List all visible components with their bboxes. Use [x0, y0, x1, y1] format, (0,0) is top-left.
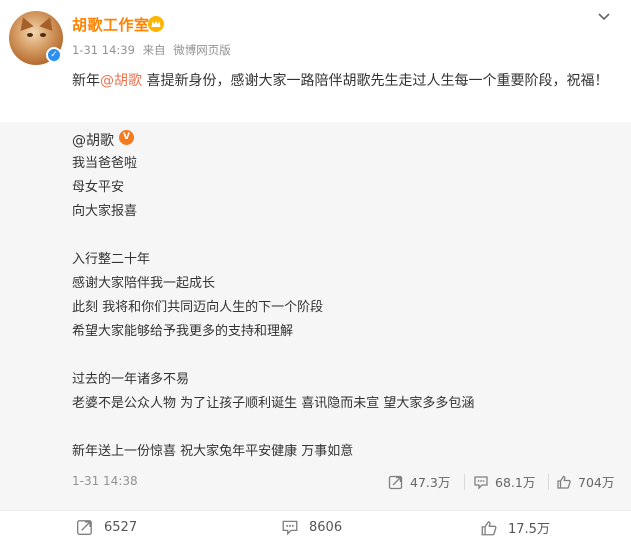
- comment-count: 8606: [309, 519, 343, 535]
- retweet-comment-count: 68.1万: [495, 475, 536, 490]
- retweet-line: 感谢大家陪伴我一起成长: [72, 276, 216, 291]
- avatar-ear-left: [16, 14, 34, 32]
- retweet-time[interactable]: 1-31 14:38: [72, 474, 138, 488]
- retweet-block[interactable]: @胡歌 V 我当爸爸啦 母女平安 向大家报喜 入行整二十年 感谢大家陪伴我一起成…: [0, 122, 631, 510]
- crown-icon: [148, 16, 164, 32]
- retweet-author-name[interactable]: @胡歌: [72, 133, 114, 149]
- avatar-eye-left: [27, 33, 33, 37]
- username-link[interactable]: 胡歌工作室: [72, 14, 150, 35]
- retweet-like-stat[interactable]: 704万: [556, 472, 614, 491]
- retweet-line: 此刻 我将和你们共同迈向人生的下一个阶段: [72, 300, 324, 315]
- retweet-repost-count: 47.3万: [410, 475, 451, 490]
- avatar-eye-right: [40, 33, 46, 37]
- action-bar-divider: [0, 510, 631, 511]
- comment-icon: [474, 475, 488, 490]
- mention-link[interactable]: @胡歌: [100, 73, 142, 89]
- stat-divider: [548, 474, 549, 490]
- avatar-ear-right: [39, 14, 57, 32]
- retweet-line: 新年送上一份惊喜 祝大家兔年平安健康 万事如意: [72, 444, 354, 459]
- stat-divider: [464, 474, 465, 490]
- thumbs-up-icon: [481, 520, 497, 535]
- retweet-line: 入行整二十年: [72, 252, 151, 267]
- retweet-author[interactable]: @胡歌: [72, 130, 114, 150]
- retweet-line: 母女平安: [72, 180, 125, 195]
- like-count: 17.5万: [508, 522, 550, 537]
- comment-button[interactable]: 8606: [281, 518, 342, 536]
- post-meta: 1-31 14:39 来自 微博网页版: [72, 42, 235, 58]
- post-text-before: 新年: [72, 73, 100, 89]
- retweet-content: 我当爸爸啦 母女平安 向大家报喜 入行整二十年 感谢大家陪伴我一起成长 此刻 我…: [72, 152, 612, 464]
- weibo-post-card: ✓ 胡歌工作室 1-31 14:39 来自 微博网页版 新年@胡歌 喜提新身份，…: [0, 0, 631, 551]
- retweet-line: 老婆不是公众人物 为了让孩子顺利诞生 喜讯隐而未宣 望大家多多包涵: [72, 396, 475, 411]
- comment-icon: [282, 520, 298, 536]
- post-text-after: 喜提新身份，感谢大家一路陪伴胡歌先生走过人生每一个重要阶段，祝福！: [142, 73, 609, 89]
- post-source: 微博网页版: [173, 43, 231, 57]
- retweet-comment-stat[interactable]: 68.1万: [473, 472, 535, 491]
- retweet-line: 希望大家能够给予我更多的支持和理解: [72, 324, 294, 339]
- verified-badge-icon: ✓: [46, 47, 62, 63]
- post-text: 新年@胡歌 喜提新身份，感谢大家一路陪伴胡歌先生走过人生每一个重要阶段，祝福！: [72, 68, 617, 94]
- like-button[interactable]: 17.5万: [480, 518, 550, 537]
- thumbs-up-icon: [557, 475, 571, 489]
- retweet-line: 过去的一年诸多不易: [72, 372, 190, 387]
- retweet-repost-stat[interactable]: 47.3万: [388, 472, 450, 491]
- retweet-line: 向大家报喜: [72, 204, 138, 219]
- post-time[interactable]: 1-31 14:39: [72, 43, 135, 57]
- source-prefix: 来自: [142, 43, 166, 57]
- repost-button[interactable]: 6527: [76, 518, 137, 536]
- retweet-like-count: 704万: [578, 475, 615, 490]
- repost-count: 6527: [104, 519, 138, 535]
- retweet-line: 我当爸爸啦: [72, 156, 138, 171]
- chevron-down-icon[interactable]: [596, 8, 612, 24]
- verified-orange-badge-icon: V: [119, 130, 134, 145]
- repost-icon: [77, 520, 92, 535]
- repost-icon: [388, 475, 403, 489]
